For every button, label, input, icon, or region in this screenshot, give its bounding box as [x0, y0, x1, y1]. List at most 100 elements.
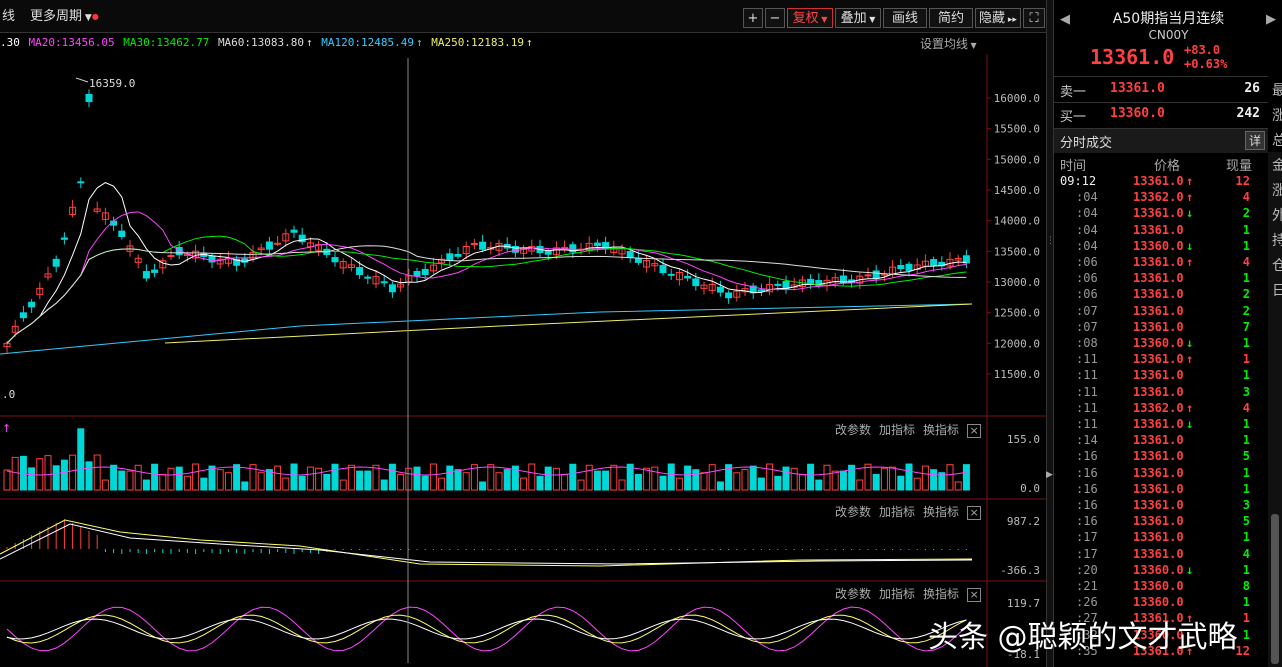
volume-bar — [200, 477, 208, 491]
overlay-button[interactable]: 叠加 ▼ — [835, 8, 881, 28]
candle-body — [446, 253, 454, 261]
simple-mode-button[interactable]: 简约 — [929, 8, 973, 28]
line-tab[interactable]: 线 — [2, 7, 15, 27]
volume-bar — [634, 473, 642, 491]
tick-volume: 4 — [1242, 255, 1250, 269]
quote-panel: ◀ ▶ A50期指当月连续 CN00Y 13361.0 +83.0 +0.63%… — [1053, 0, 1282, 667]
volume-bar — [28, 467, 36, 491]
tick-time: :16 — [1076, 449, 1098, 464]
tick-time: :07 — [1076, 303, 1098, 318]
volume-bar — [733, 472, 741, 491]
tick-price: 13361.0 — [1133, 465, 1184, 480]
restore-label: 复权 — [792, 11, 819, 26]
volume-panel-controls: 改参数 加指标 换指标 × — [835, 421, 989, 438]
tick-time: :11 — [1076, 368, 1098, 383]
volume-bar — [651, 466, 659, 491]
volume-bar — [290, 463, 298, 491]
candle-body — [413, 270, 421, 277]
tick-volume: 3 — [1242, 498, 1250, 512]
detail-button[interactable]: 详 — [1245, 131, 1265, 150]
more-period-dropdown[interactable]: 更多周期 ▼● — [30, 7, 99, 27]
macd-panel — [0, 519, 973, 567]
restore-rights-button[interactable]: 复权 ▼ — [787, 8, 833, 28]
scrollbar-thumb[interactable] — [1271, 514, 1279, 664]
tick-time: :16 — [1076, 481, 1098, 496]
macd-max-label: 987.2 — [1006, 515, 1040, 528]
ma20-value: MA20:13456.05 — [28, 36, 115, 49]
volume-bar — [413, 466, 421, 491]
volume-bar — [11, 456, 19, 491]
tick-time: :20 — [1076, 562, 1098, 577]
macd-panel-controls: 改参数 加指标 换指标 × — [835, 503, 989, 520]
watermark-text: 头条 @聪颖的文才武略 — [928, 620, 1238, 655]
add-indicator-button[interactable]: 加指标 — [879, 423, 915, 437]
arrow-up-icon: ↑ — [525, 36, 533, 49]
tick-volume: 1 — [1242, 336, 1250, 350]
col-volume: 现量 — [1226, 159, 1253, 174]
tick-volume: 1 — [1242, 368, 1250, 383]
candle-body — [19, 312, 27, 319]
candle-body — [930, 259, 938, 266]
tick-row: :17 13361.0 4 — [1054, 546, 1268, 562]
volume-bar — [446, 465, 454, 491]
tick-direction-icon: ↓ — [1186, 336, 1194, 350]
modify-params-button[interactable]: 改参数 — [835, 505, 871, 519]
volume-bar — [790, 467, 798, 491]
volume-bar — [60, 459, 68, 491]
volume-bar — [889, 466, 897, 491]
zoom-out-button[interactable]: − — [765, 8, 785, 28]
tick-row: :26 13360.0 1 — [1054, 594, 1268, 610]
volume-arrow-icon: ↑ — [2, 422, 11, 435]
close-icon[interactable]: × — [967, 505, 982, 520]
modify-params-button[interactable]: 改参数 — [835, 587, 871, 601]
ask1-label: 卖一 — [1060, 85, 1087, 100]
ma-settings-label: 设置均线 — [920, 37, 969, 51]
add-indicator-button[interactable]: 加指标 — [879, 587, 915, 601]
tick-price: 13360.0 — [1133, 579, 1184, 593]
ma-settings-button[interactable]: 设置均线 ▼ — [920, 35, 977, 52]
close-icon[interactable]: × — [967, 423, 982, 438]
volume-bar — [675, 477, 683, 491]
modify-params-button[interactable]: 改参数 — [835, 423, 871, 437]
switch-indicator-button[interactable]: 换指标 — [923, 423, 959, 437]
quote-field-label: 日 — [1272, 283, 1282, 299]
high-marker: 16359.0 — [75, 77, 135, 90]
candle-body — [725, 292, 733, 299]
price-tick-label: 13500.0 — [994, 245, 1040, 258]
add-indicator-button[interactable]: 加指标 — [879, 505, 915, 519]
fullscreen-icon[interactable]: ⛶ — [1023, 8, 1045, 28]
volume-bar — [274, 465, 282, 491]
volume-bar — [520, 477, 528, 491]
overlay-label: 叠加 — [840, 11, 867, 26]
panel-splitter[interactable] — [1046, 0, 1053, 667]
tick-row: :07 13361.0 7 — [1054, 319, 1268, 335]
zoom-in-button[interactable]: + — [743, 8, 763, 28]
candle-body — [864, 274, 872, 277]
close-icon[interactable]: × — [967, 587, 982, 602]
col-time: 时间 — [1060, 159, 1087, 174]
candle-body — [331, 257, 339, 263]
switch-indicator-button[interactable]: 换指标 — [923, 505, 959, 519]
macd-min-label: -366.3 — [1000, 564, 1040, 577]
volume-bar — [151, 463, 159, 491]
candlestick-plot — [0, 89, 973, 355]
volume-bar — [44, 455, 52, 491]
ma30-line — [6, 235, 967, 344]
switch-indicator-button[interactable]: 换指标 — [923, 587, 959, 601]
tick-price: 13361.0 — [1133, 352, 1184, 367]
draw-line-button[interactable]: 画线 — [883, 8, 927, 28]
candle-body — [684, 275, 692, 279]
kline-chart-area[interactable]: 16359.0 .0 16000.015500.015000.014500.01… — [0, 54, 1048, 667]
ma10-value: .30 — [0, 36, 20, 49]
tick-volume: 12 — [1235, 174, 1250, 188]
volume-bar — [872, 473, 880, 491]
volume-bar — [397, 473, 405, 491]
tick-direction-icon: ↓ — [1186, 206, 1194, 221]
hide-button[interactable]: 隐藏 ▸▸ — [975, 8, 1021, 28]
tick-volume: 4 — [1242, 190, 1250, 205]
volume-bar — [807, 463, 815, 491]
instrument-title: A50期指当月连续 — [1112, 11, 1225, 27]
volume-bar — [298, 475, 306, 491]
collapse-arrow-icon[interactable]: ▶ — [1046, 470, 1053, 480]
volume-bar — [192, 463, 200, 491]
